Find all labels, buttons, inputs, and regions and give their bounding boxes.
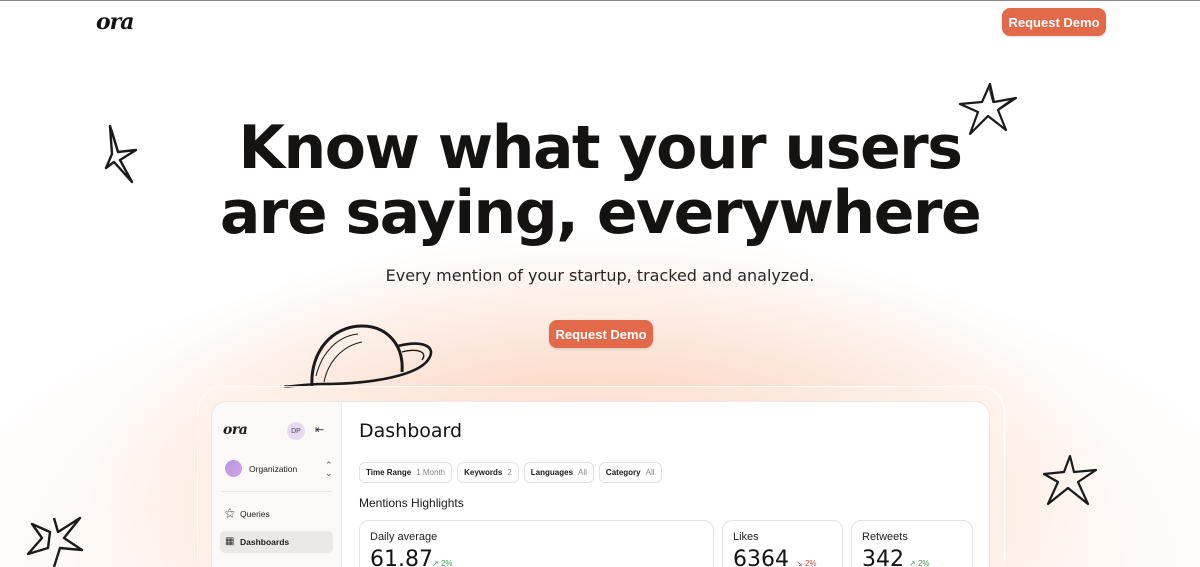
stat-delta: ↗ 2% — [909, 559, 930, 567]
collapse-sidebar-icon[interactable]: ⇤ — [315, 423, 324, 436]
filter-languages[interactable]: Languages All — [523, 462, 594, 483]
sidebar: ora DP ⇤ Organization ⌃ ⌄ ⚝ Queries ▦ Das… — [212, 402, 342, 567]
filter-bar: Time Range 1 Month Keywords 2 Languages … — [359, 462, 662, 483]
stat-card-retweets: Retweets 342 ↗ 2% — [851, 520, 973, 567]
avatar[interactable]: DP — [287, 422, 305, 440]
organization-avatar — [225, 460, 242, 477]
arrow-down-right-icon: ↘ — [796, 559, 803, 567]
organization-switcher[interactable]: Organization ⌃ ⌄ — [225, 460, 333, 478]
sidebar-item-dashboards[interactable]: ▦ Dashboards — [220, 531, 333, 553]
stat-delta-value: 2% — [917, 559, 930, 567]
sidebar-divider — [222, 491, 332, 492]
grid-icon: ▦ — [225, 536, 235, 547]
sidebar-logo[interactable]: ora — [223, 422, 248, 438]
request-demo-hero-button[interactable]: Request Demo — [549, 320, 653, 348]
star-doodle-right-icon — [1042, 454, 1098, 506]
stat-label: Daily average — [370, 531, 438, 543]
stat-value: 61.87 — [370, 547, 433, 567]
request-demo-nav-button[interactable]: Request Demo — [1002, 8, 1106, 36]
filter-key: Languages — [530, 468, 574, 477]
filter-value: 1 Month — [416, 468, 446, 477]
filter-keywords[interactable]: Keywords 2 — [457, 462, 519, 483]
filter-value: All — [645, 468, 655, 477]
dashboard-main: Dashboard Time Range 1 Month Keywords 2 … — [343, 402, 989, 567]
arrow-up-right-icon: ↗ — [909, 559, 916, 567]
stat-label: Likes — [733, 531, 759, 543]
top-border — [0, 0, 1200, 1]
filter-key: Category — [605, 468, 641, 477]
stat-delta-value: 2% — [440, 559, 453, 567]
stat-value: 342 — [862, 547, 904, 567]
filter-key: Time Range — [366, 468, 412, 477]
filter-time-range[interactable]: Time Range 1 Month — [359, 462, 453, 483]
stat-delta: ↘ 2% — [796, 559, 817, 567]
hero-subheadline: Every mention of your startup, tracked a… — [385, 266, 815, 285]
hero-headline-line-1: Know what your users — [238, 113, 963, 183]
star-doodle-bottom-left-icon — [26, 516, 84, 567]
filter-category[interactable]: Category All — [598, 462, 662, 483]
organization-label: Organization — [249, 464, 298, 474]
sidebar-item-queries[interactable]: ⚝ Queries — [220, 503, 333, 525]
stat-delta: ↗ 2% — [432, 559, 453, 567]
sidebar-item-label: Dashboards — [240, 537, 290, 547]
filter-value: All — [578, 468, 587, 477]
hero-headline: Know what your users are saying, everywh… — [0, 116, 1200, 246]
chevron-up-down-icon: ⌃ ⌄ — [325, 460, 333, 478]
sidebar-item-label: Queries — [240, 509, 270, 519]
planet-doodle-icon — [283, 324, 433, 388]
stat-label: Retweets — [862, 531, 908, 543]
dashboard-preview: ora DP ⇤ Organization ⌃ ⌄ ⚝ Queries ▦ Das… — [212, 402, 989, 567]
stat-card-daily-average: Daily average 61.87 ↗ 2% — [359, 520, 714, 567]
filter-key: Keywords — [464, 468, 503, 477]
section-title: Mentions Highlights — [359, 496, 464, 510]
arrow-up-right-icon: ↗ — [432, 559, 439, 567]
page-title: Dashboard — [359, 420, 463, 442]
stat-value: 6364 — [733, 547, 789, 567]
filter-value: 2 — [507, 468, 512, 477]
brand-logo[interactable]: ora — [96, 9, 135, 35]
stat-card-likes: Likes 6364 ↘ 2% — [722, 520, 843, 567]
stat-delta-value: 2% — [804, 559, 817, 567]
magic-wand-icon: ⚝ — [225, 508, 235, 519]
hero-headline-line-2: are saying, everywhere — [219, 178, 982, 248]
